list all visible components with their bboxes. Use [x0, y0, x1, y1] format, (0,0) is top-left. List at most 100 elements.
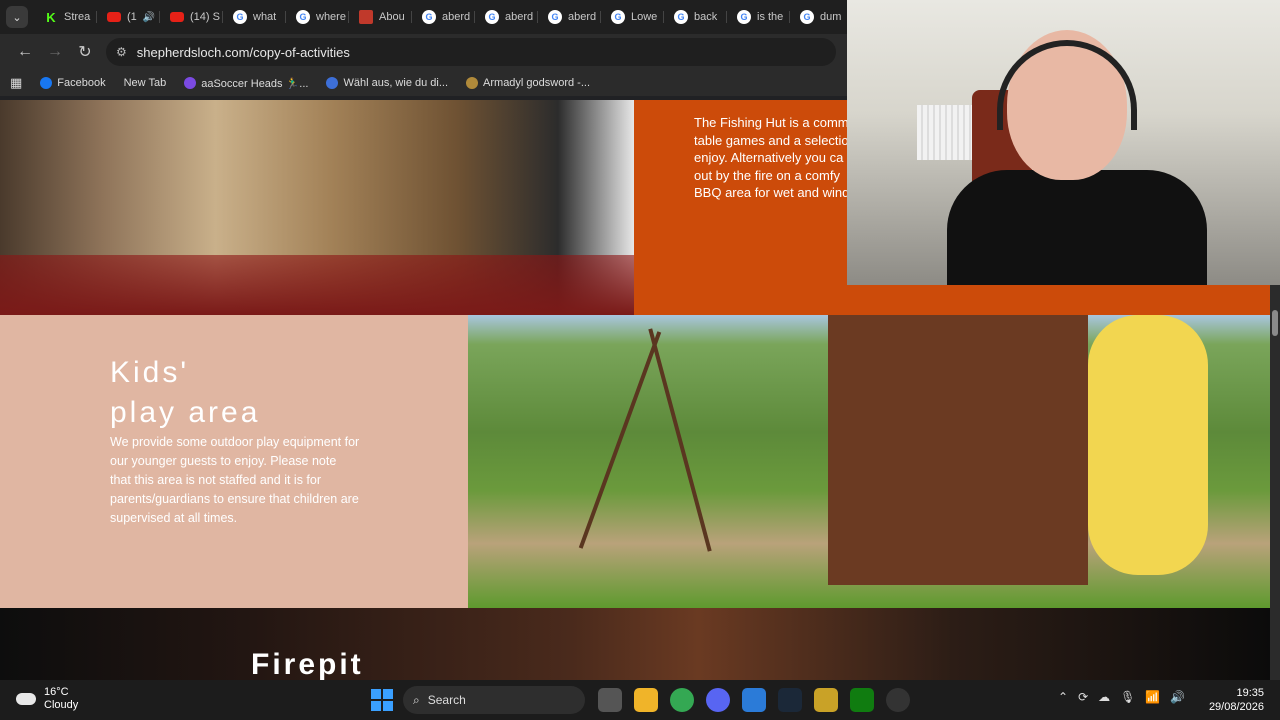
- firepit-section: Firepit: [0, 608, 1270, 680]
- swing-frame: [578, 331, 662, 549]
- tab-6[interactable]: Gaberd: [412, 3, 475, 31]
- address-bar[interactable]: ⚙ shepherdsloch.com/copy-of-activities: [106, 38, 836, 66]
- headphones-icon: [997, 40, 1137, 130]
- windows-logo-icon: [371, 689, 381, 699]
- runelite-icon[interactable]: [814, 688, 838, 712]
- clock-date: 29/08/2026: [1208, 701, 1264, 713]
- climbing-frame: [828, 315, 1088, 585]
- firepit-title: Firepit: [251, 648, 364, 680]
- tab-label: where: [316, 11, 346, 23]
- kids-play-area-description: We provide some outdoor play equipment f…: [110, 435, 360, 525]
- bookmark-site-icon: [326, 77, 339, 89]
- bookmark-label: Armadyl godsword -...: [483, 77, 591, 89]
- task-view-icon[interactable]: [598, 688, 622, 712]
- discord-icon[interactable]: [706, 688, 730, 712]
- tab-10[interactable]: Gback: [664, 3, 727, 31]
- swing-frame: [648, 328, 712, 552]
- obs-icon[interactable]: [886, 688, 910, 712]
- xbox-icon[interactable]: [850, 688, 874, 712]
- wifi-icon[interactable]: 📶: [1145, 690, 1160, 704]
- facebook-icon: [40, 77, 53, 89]
- weather-widget[interactable]: 16°C Cloudy: [16, 686, 78, 712]
- bookmark-wahl-aus[interactable]: Wähl aus, wie du di...: [326, 77, 448, 89]
- google-icon: G: [800, 10, 814, 24]
- tab-1[interactable]: (1 🔊: [97, 3, 160, 31]
- youtube-icon: [107, 12, 121, 22]
- kick-icon: K: [44, 10, 58, 25]
- volume-icon[interactable]: 🔊: [1170, 690, 1185, 704]
- sync-icon[interactable]: ⟳: [1078, 690, 1088, 704]
- tab-2[interactable]: (14) S: [160, 3, 223, 31]
- search-label: Search: [427, 693, 466, 707]
- windows-taskbar: 16°C Cloudy ⌕ Search ⌃ ⟳ ☁ 🎙 📶 🔊 19:35 2…: [0, 680, 1280, 720]
- fishing-hut-interior-photo: [0, 100, 634, 315]
- tab-label: is the: [757, 11, 784, 23]
- search-icon: ⌕: [413, 692, 420, 707]
- microphone-icon[interactable]: 🎙: [1120, 690, 1135, 704]
- tab-label: Strea: [64, 11, 91, 23]
- game-icon: [184, 77, 197, 89]
- system-tray: ⌃ ⟳ ☁ 🎙 📶 🔊: [1058, 690, 1185, 704]
- tab-9[interactable]: G Lowe: [601, 3, 664, 31]
- bookmark-label: aaSoccer Heads 🏃‍♂️...: [201, 77, 309, 90]
- google-icon: G: [674, 10, 688, 24]
- taskbar-search[interactable]: ⌕ Search: [403, 686, 585, 714]
- photos-icon[interactable]: [742, 688, 766, 712]
- url-text: shepherdsloch.com/copy-of-activities: [136, 44, 350, 60]
- bookmark-facebook[interactable]: Facebook: [40, 77, 106, 89]
- apps-grid-icon[interactable]: ▦: [10, 75, 22, 91]
- tab-label: dum: [820, 11, 842, 23]
- google-icon: G: [737, 10, 751, 24]
- tab-8[interactable]: Gaberd: [538, 3, 601, 31]
- start-button[interactable]: [371, 689, 393, 711]
- pinned-apps: [598, 688, 910, 712]
- chevron-up-icon[interactable]: ⌃: [1058, 690, 1068, 704]
- kids-play-area-title: Kids' play area: [110, 356, 261, 429]
- tab-label: what: [253, 11, 277, 23]
- scrollbar-thumb[interactable]: [1272, 310, 1278, 336]
- arrow-right-icon: →: [47, 43, 63, 60]
- temperature: 16°C: [44, 686, 69, 698]
- bookmark-new-tab[interactable]: New Tab: [124, 77, 167, 89]
- tab-7[interactable]: Gaberd: [475, 3, 538, 31]
- bookmark-soccer-heads[interactable]: aaSoccer Heads 🏃‍♂️...: [184, 77, 308, 90]
- forward-button[interactable]: →: [40, 37, 70, 67]
- tab-5[interactable]: Abou: [349, 3, 412, 31]
- reload-button[interactable]: ↻: [70, 37, 100, 67]
- webcam-overlay: [847, 0, 1280, 285]
- tab-label: back: [694, 11, 718, 23]
- google-icon: G: [422, 10, 436, 24]
- google-icon: G: [296, 10, 310, 24]
- chrome-icon[interactable]: [670, 688, 694, 712]
- steam-icon[interactable]: [778, 688, 802, 712]
- speaker-icon[interactable]: 🔊: [143, 12, 155, 23]
- back-button[interactable]: ←: [10, 37, 40, 67]
- tab-4[interactable]: Gwhere: [286, 3, 349, 31]
- tab-label: (14) S: [190, 11, 220, 23]
- tab-3[interactable]: Gwhat: [223, 3, 286, 31]
- tab-label: (1: [127, 11, 137, 23]
- reload-icon: ↻: [78, 44, 92, 61]
- tab-12[interactable]: Gdum: [790, 3, 853, 31]
- taskbar-clock[interactable]: 19:35 29/08/2026: [1209, 686, 1264, 714]
- yellow-slide: [1088, 315, 1208, 575]
- clock-time: 19:35: [1236, 687, 1264, 699]
- cloud-sync-icon[interactable]: ☁: [1098, 690, 1110, 704]
- bookmark-label: New Tab: [123, 77, 167, 89]
- youtube-icon: [170, 12, 184, 22]
- streamer-body: [947, 170, 1207, 285]
- kids-play-area-panel: Kids' play area We provide some outdoor …: [0, 315, 468, 608]
- google-icon: G: [485, 10, 499, 24]
- fishing-hut-text: The Fishing Hut is a comm table games an…: [694, 115, 850, 200]
- tab-search-button[interactable]: ⌄: [6, 6, 28, 28]
- tab-0[interactable]: K Strea: [34, 3, 97, 31]
- google-icon: G: [611, 10, 625, 24]
- weather-condition: Cloudy: [44, 699, 79, 711]
- file-explorer-icon[interactable]: [634, 688, 658, 712]
- tab-label: aberd: [442, 11, 471, 23]
- play-area-photo: [468, 315, 1270, 608]
- site-info-icon[interactable]: ⚙: [116, 45, 127, 59]
- tab-11[interactable]: Gis the: [727, 3, 790, 31]
- bookmark-armadyl[interactable]: Armadyl godsword -...: [466, 77, 590, 89]
- bookmark-label: Facebook: [57, 77, 106, 89]
